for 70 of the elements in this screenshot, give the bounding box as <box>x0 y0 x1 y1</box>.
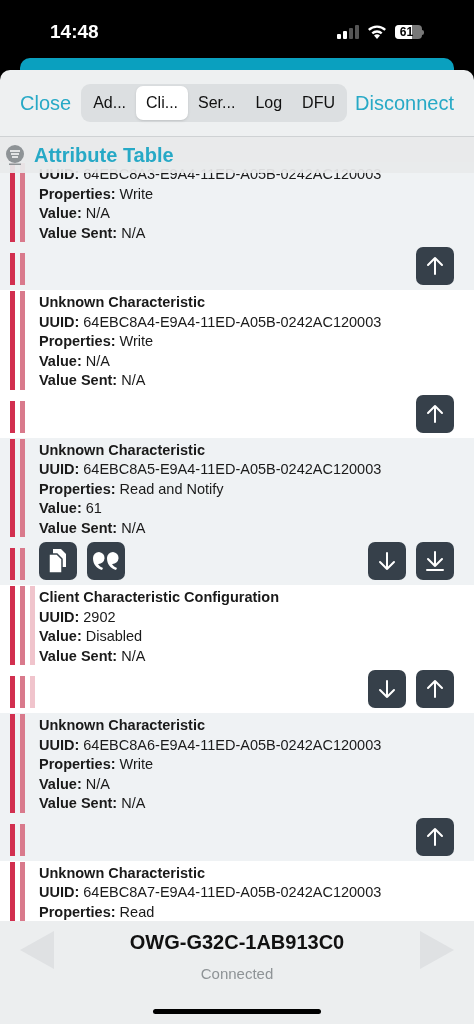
depth-bar <box>10 253 15 285</box>
section-title: Attribute Table <box>34 143 174 168</box>
down-button[interactable] <box>368 670 406 708</box>
arrow-up-icon <box>424 402 446 425</box>
up-button[interactable] <box>416 394 454 433</box>
download-button[interactable] <box>416 542 454 580</box>
attribute-detail: Properties: Write <box>39 332 155 351</box>
attribute-detail: Value: N/A <box>39 351 111 371</box>
up-button[interactable] <box>416 670 454 708</box>
arrow-up-icon <box>424 678 446 700</box>
connection-status: Connected <box>200 964 274 984</box>
tab[interactable]: Ser... <box>188 86 246 120</box>
attribute-detail: Value Sent: N/A <box>39 371 147 390</box>
battery-level: 61 <box>398 26 414 38</box>
device-name: OWG-G32C-1AB913C0 <box>129 930 345 955</box>
attribute-detail: Value: N/A <box>39 204 111 223</box>
depth-bar <box>20 253 25 285</box>
attribute-detail: Properties: Read <box>39 902 156 921</box>
attribute-detail: Value Sent: N/A <box>39 518 147 538</box>
attribute-detail: UUID: 64EBC8A4-E9A4-11ED-A05B-0242AC120003 <box>39 312 382 332</box>
tab[interactable]: DFU <box>292 86 345 120</box>
down-button[interactable] <box>368 542 406 580</box>
depth-bar <box>20 823 25 856</box>
arrow-up-icon <box>424 825 446 848</box>
download-icon <box>424 550 446 572</box>
depth-bar <box>20 548 25 580</box>
attribute-detail: UUID: 64EBC8A5-E9A4-11ED-A05B-0242AC120003 <box>39 460 382 479</box>
attribute-detail: Value: Disabled <box>39 627 144 646</box>
quote-icon <box>93 552 119 570</box>
wifi-icon <box>367 25 387 39</box>
attribute-detail: Value Sent: N/A <box>39 223 147 243</box>
up-button[interactable] <box>416 247 454 285</box>
attribute-detail: Value Sent: N/A <box>39 646 147 666</box>
status-time: 14:48 <box>50 19 99 44</box>
arrow-up-icon <box>424 255 446 277</box>
tab[interactable]: Ad... <box>83 86 137 120</box>
depth-bar <box>20 676 25 708</box>
depth-bar <box>10 400 15 433</box>
copy-icon <box>47 548 69 574</box>
attribute-detail: Properties: Write <box>39 755 155 774</box>
attribute-title: Client Characteristic Configuration <box>39 588 280 607</box>
attribute-detail: Value: N/A <box>39 774 111 794</box>
signal-icon <box>337 25 359 39</box>
up-button[interactable] <box>416 817 454 856</box>
attribute-title: Unknown Characteristic <box>39 293 206 312</box>
depth-bar <box>10 861 15 921</box>
tab[interactable]: Cli... <box>136 86 189 120</box>
attribute-detail: UUID: 64EBC8A6-E9A4-11ED-A05B-0242AC120003 <box>39 735 382 755</box>
attribute-title: Unknown Characteristic <box>39 863 206 883</box>
attribute-detail: UUID: 2902 <box>39 607 117 627</box>
depth-bar <box>10 823 15 856</box>
depth-bar <box>10 548 15 580</box>
attribute-title: Unknown Characteristic <box>39 716 206 735</box>
attribute-detail: UUID: 64EBC8A3-E9A4-11ED-A05B-0242AC120003 <box>39 165 382 184</box>
attribute-detail: UUID: 64EBC8A7-E9A4-11ED-A05B-0242AC120003 <box>39 883 382 902</box>
attribute-detail: Value Sent: N/A <box>39 794 147 813</box>
attribute-detail: Value: 61 <box>39 499 103 518</box>
depth-bar <box>30 676 35 708</box>
attribute-title: Unknown Characteristic <box>39 440 206 460</box>
tab[interactable]: Log <box>245 86 293 120</box>
arrow-down-icon <box>376 550 398 572</box>
copy-button[interactable] <box>39 542 77 580</box>
arrow-down-icon <box>376 678 398 700</box>
quote-button[interactable] <box>87 542 125 580</box>
attribute-detail: Properties: Write <box>39 184 155 204</box>
depth-bar <box>20 400 25 433</box>
depth-bar <box>20 861 25 921</box>
attribute-detail: Properties: Read and Notify <box>39 479 225 499</box>
list-icon <box>6 145 24 165</box>
depth-bar <box>10 676 15 708</box>
